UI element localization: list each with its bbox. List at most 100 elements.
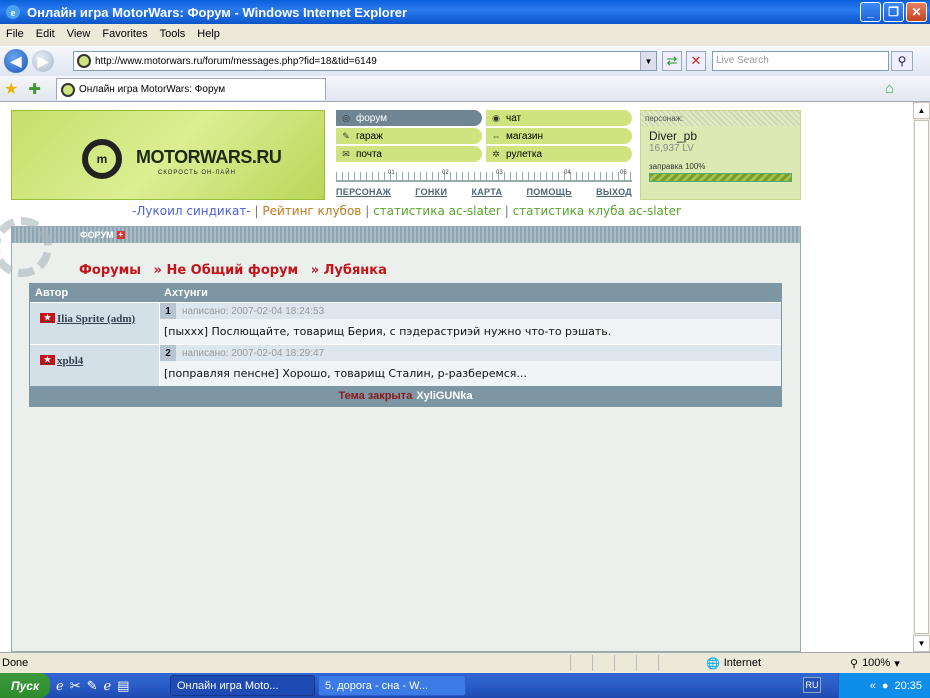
car-icon: ⇔ [491,131,501,141]
star-flag-icon: ★ [40,313,55,323]
minimize-button[interactable]: _ [860,2,881,22]
tool-quicklaunch-icon[interactable]: ✂ [70,678,81,694]
club-rating-link[interactable]: Рейтинг клубов [262,204,361,218]
fuel-label: заправка 100% [649,162,706,171]
search-button[interactable]: ⚲ [891,51,913,71]
menu-shop[interactable]: ⇔ магазин [486,128,632,144]
ie2-quicklaunch-icon[interactable]: ℯ [104,678,112,694]
tab-favicon-icon [61,82,75,97]
lukoil-syndicate-link[interactable]: -Лукоил синдикат- [132,204,251,218]
menu-tools[interactable]: Tools [154,28,192,40]
add-favorite-icon[interactable]: ✚ [28,80,41,98]
ruler-mark: 03 [496,170,503,176]
browser-tab[interactable]: Онлайн игра MotorWars: Форум [56,78,326,100]
taskbar-task-browser[interactable]: Онлайн игра Moto... [170,675,315,696]
site-menu: ◎ форум ◉ чат ✎ гараж ⇔ магазин ✉ почта ✲ руле… [336,110,632,164]
address-dropdown-icon[interactable]: ▼ [640,52,656,70]
chat-icon: ◉ [492,112,500,123]
post-author[interactable]: ★ xpbl4 [30,345,159,386]
menu-file[interactable]: File [0,28,30,40]
roulette-icon: ✲ [492,148,500,159]
menu-garage[interactable]: ✎ гараж [336,128,482,144]
menu-view[interactable]: View [61,28,97,40]
breadcrumb-not-general[interactable]: » Не Общий форум [154,263,299,278]
ruler-mark: 02 [442,170,449,176]
link-exit[interactable]: ВЫХОД [596,187,632,197]
close-button[interactable]: ✕ [906,2,927,22]
post-date: написано: 2007-02-04 18:29:47 [182,347,325,359]
fuel-progress-bar [649,173,792,182]
clock: 20:35 [894,679,922,692]
zoom-icon: ⚲ [850,657,859,670]
status-cell [658,655,680,671]
scroll-thumb[interactable] [914,120,929,634]
menu-edit[interactable]: Edit [30,28,61,40]
menu-chat[interactable]: ◉ чат [486,110,632,126]
link-character[interactable]: ПЕРСОНАЖ [336,187,391,197]
tray-app-icon[interactable]: ● [882,680,889,692]
address-url: http://www.motorwars.ru/forum/messages.p… [95,55,377,67]
ruler-mark: 04 [564,170,571,176]
ruler-mark: 05 [620,170,627,176]
menu-ruler: 01 02 03 04 05 [336,170,632,182]
address-toolbar: ◀ ▶ http://www.motorwars.ru/forum/messag… [0,46,930,76]
security-zone[interactable]: 🌐 Internet [706,657,761,670]
tray-expand-icon[interactable]: « [870,680,876,692]
favorites-star-icon[interactable]: ★ [4,79,18,99]
ie-logo-icon: e [6,5,20,19]
favorites-bar: ★ ✚ Онлайн игра MotorWars: Форум ⌂ [0,76,930,102]
zoom-control[interactable]: ⚲ 100% ▾ [850,657,900,670]
post-author-name[interactable]: Ilia Sprite (adm) [57,313,135,325]
stats-link[interactable]: статистика ac-slater [373,204,501,218]
post-meta: 1 написано: 2007-02-04 18:24:53 [160,303,781,319]
scroll-down-icon[interactable]: ▼ [913,635,930,652]
character-panel: персонаж: Diver_pb 16,937 LV заправка 10… [640,110,801,200]
app-quicklaunch-icon[interactable]: ✎ [87,678,98,694]
club-stats-link[interactable]: статистика клуба ac-slater [513,204,681,218]
status-cell [570,655,592,671]
menu-help[interactable]: Help [191,28,226,40]
site-logo[interactable]: m MOTORWARS.RU СКОРОСТЬ ОН-ЛАЙН [11,110,325,200]
restore-button[interactable]: ❐ [883,2,904,22]
menu-roulette[interactable]: ✲ рулетка [486,146,632,162]
zoom-level: 100% [862,657,891,669]
status-cell [614,655,636,671]
home-icon[interactable]: ⌂ [885,80,894,97]
site-links: ПЕРСОНАЖ ГОНКИ КАРТА ПОМОЩЬ ВЫХОД [336,187,632,197]
forward-arrow-icon: ▶ [37,52,49,69]
menu-forum[interactable]: ◎ форум [336,110,482,126]
start-label: Пуск [10,678,40,693]
link-map[interactable]: КАРТА [471,187,502,197]
stop-button[interactable]: ✕ [686,51,706,71]
plus-icon[interactable]: + [116,231,125,239]
start-button[interactable]: Пуск [0,673,50,698]
forward-button[interactable]: ▶ [32,50,54,72]
link-races[interactable]: ГОНКИ [415,187,447,197]
breadcrumb-lubyanka[interactable]: » Лубянка [311,263,387,278]
language-indicator[interactable]: RU [803,677,821,693]
character-nick: Diver_pb [649,129,698,143]
link-help[interactable]: ПОМОЩЬ [526,187,571,197]
address-bar[interactable]: http://www.motorwars.ru/forum/messages.p… [73,51,657,71]
back-button[interactable]: ◀ [4,49,28,73]
column-author: Автор [35,287,69,299]
status-cell [636,655,658,671]
post-author-name[interactable]: xpbl4 [57,355,83,367]
post-author[interactable]: ★ Ilia Sprite (adm) [30,303,159,344]
forum-header-title: ФОРУМ [80,230,114,240]
window-titlebar: e Онлайн игра MotorWars: Форум - Windows… [0,0,930,24]
post-date: написано: 2007-02-04 18:24:53 [182,305,325,317]
breadcrumb-forums[interactable]: Форумы [79,263,141,278]
taskbar-task-media[interactable]: 5. дорога - сна - W... [318,675,466,696]
menu-mail[interactable]: ✉ почта [336,146,482,162]
topic-closed-by[interactable]: XyliGUNka [416,390,472,402]
vertical-scrollbar[interactable]: ▲ ▼ [913,102,930,652]
svg-text:e: e [11,7,16,19]
scroll-up-icon[interactable]: ▲ [913,102,930,119]
menu-favorites[interactable]: Favorites [96,28,153,40]
live-search-input[interactable]: Live Search [712,51,889,71]
task-label: Онлайн игра Moto... [177,679,279,692]
ie-quicklaunch-icon[interactable]: ℯ [56,678,64,694]
film-quicklaunch-icon[interactable]: ▤ [117,678,129,694]
refresh-button[interactable]: ⇄ [662,51,682,71]
